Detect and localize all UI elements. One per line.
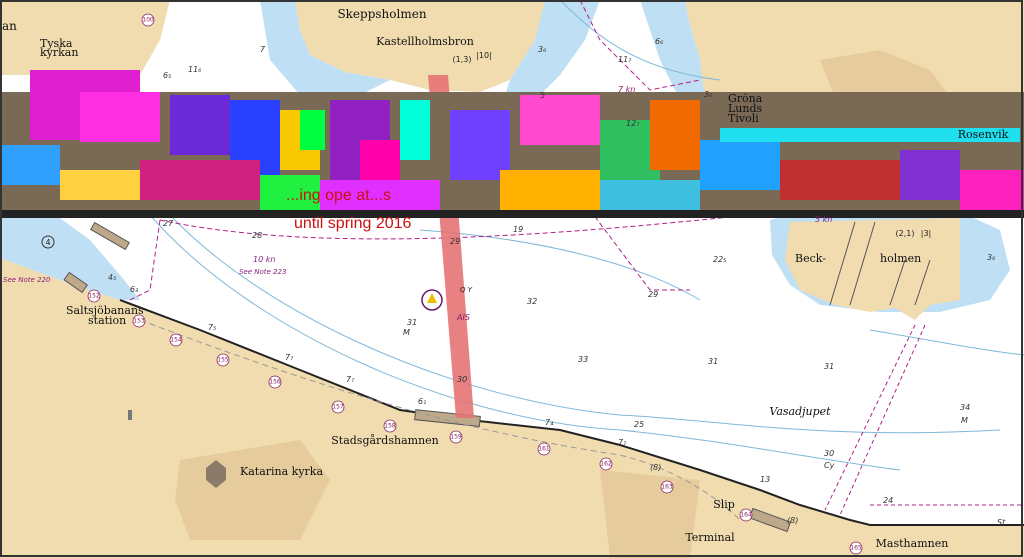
label-rosenvik: Rosenvik xyxy=(958,128,1009,141)
berth-number: 153 xyxy=(133,318,145,325)
corrupted-region xyxy=(0,70,1024,218)
depth-sounding: 7₄ xyxy=(545,418,554,427)
berth-number: 154 xyxy=(170,337,182,344)
depth-sounding: 27 xyxy=(163,219,174,228)
label-grona-3: Tivoli xyxy=(728,112,759,125)
depth-sounding: 24 xyxy=(883,496,893,505)
label-slip: Slip xyxy=(713,498,735,511)
depth-sounding: 6₆ xyxy=(655,37,664,46)
berth-number: 165 xyxy=(850,545,862,552)
berth-number: 152 xyxy=(88,293,100,300)
depth-sounding: 29 xyxy=(648,290,658,299)
depth-sounding: 3₆ xyxy=(538,45,547,54)
label-skeppsholmen: Skeppsholmen xyxy=(337,7,426,21)
label-beck-1: Beck- xyxy=(795,252,826,265)
depth-sounding: 4₅ xyxy=(108,273,116,282)
depth-sounding: (8) xyxy=(787,516,798,525)
notice-line-1: ...ing ope at...s xyxy=(286,187,391,204)
depth-sounding: 12₇ xyxy=(626,119,640,128)
label-bridge-height: |10| xyxy=(476,51,492,60)
berth-number: 156 xyxy=(269,379,281,386)
berth-number: 161 xyxy=(538,446,550,453)
depth-sounding: 3₆ xyxy=(704,90,713,99)
depth-sounding: M xyxy=(961,416,968,425)
label-speed-5: 5 kn xyxy=(815,215,832,224)
label-saltsjo-2: station xyxy=(88,314,126,327)
berth-number: 163 xyxy=(661,484,673,491)
depth-sounding: 7₇ xyxy=(346,375,355,384)
depth-sounding: 6₁ xyxy=(418,397,426,406)
depth-sounding: 30 xyxy=(457,375,467,384)
depth-sounding: 29 xyxy=(450,237,460,246)
depth-sounding: 3₆ xyxy=(987,253,996,262)
depth-sounding: 19 xyxy=(513,225,523,234)
label-see-note-220: See Note 220 xyxy=(3,276,51,284)
land-southeast-patch xyxy=(600,470,700,558)
depth-sounding: 7₇ xyxy=(618,438,627,447)
label-beck-clearance: (2,1) xyxy=(896,229,915,238)
land-west xyxy=(0,0,170,75)
depth-sounding: 7₅ xyxy=(208,323,216,332)
label-stadsgardshamnen: Stadsgårdshamnen xyxy=(331,434,439,447)
berth-number: 162 xyxy=(600,461,612,468)
depth-sounding: 5 xyxy=(540,91,545,100)
label-masthamnen: Masthamnen xyxy=(876,537,949,550)
berth-number: 157 xyxy=(332,404,344,411)
depth-sounding: 34 xyxy=(960,403,970,412)
label-speed-7: 7 kn xyxy=(618,85,635,94)
depth-sounding: 28 xyxy=(252,231,262,240)
label-vasadjupet: Vasadjupet xyxy=(769,405,831,418)
depth-sounding: 31 xyxy=(824,362,834,371)
berth-number: 155 xyxy=(217,357,229,364)
depth-sounding: 13 xyxy=(760,475,770,484)
depth-sounding: 32 xyxy=(527,297,537,306)
depth-sounding: M xyxy=(403,328,410,337)
label-tyska-2: kyrkan xyxy=(40,46,78,59)
label-ais: AIS xyxy=(456,313,470,322)
nautical-chart[interactable]: Skeppsholmen Kastellholmsbron (1,3) |10|… xyxy=(0,0,1024,558)
depth-sounding: Cy xyxy=(824,461,835,470)
berth-number: 164 xyxy=(740,512,752,519)
depth-sounding: 22₅ xyxy=(713,255,726,264)
label-see-note-223: See Note 223 xyxy=(239,268,286,276)
depth-sounding: 7₇ xyxy=(285,353,294,362)
depth-sounding: St xyxy=(997,518,1006,527)
berth-number: 159 xyxy=(450,434,462,441)
depth-sounding: 6₅ xyxy=(163,71,171,80)
depth-sounding: 31 xyxy=(407,318,417,327)
depth-sounding: (8) xyxy=(650,463,661,472)
depth-sounding: 30 xyxy=(824,449,834,458)
depth-sounding: 31 xyxy=(708,357,718,366)
depth-sounding: 6₃ xyxy=(130,285,138,294)
label-beck-height: |3| xyxy=(921,229,931,238)
berth-number: 158 xyxy=(384,423,396,430)
notice-line-2: until spring 2016 xyxy=(294,215,412,232)
label-gamla-partial: an xyxy=(2,19,17,33)
depth-sounding: 11₇ xyxy=(618,55,632,64)
label-circle-4: 4 xyxy=(45,238,50,247)
depth-sounding: 25 xyxy=(634,420,644,429)
depth-sounding: 33 xyxy=(578,355,588,364)
label-beck-2: holmen xyxy=(880,252,921,265)
label-kastellholmsbron: Kastellholmsbron xyxy=(376,35,474,48)
label-speed-10: 10 kn xyxy=(253,255,275,264)
berth-number: 100 xyxy=(142,17,154,24)
label-light-char: Q Y xyxy=(460,286,473,294)
label-katarina: Katarina kyrka xyxy=(240,465,323,478)
beacon-icon xyxy=(128,410,132,420)
label-bridge-clearance: (1,3) xyxy=(453,55,472,64)
label-terminal: Terminal xyxy=(685,531,735,544)
chart-canvas[interactable]: Skeppsholmen Kastellholmsbron (1,3) |10|… xyxy=(0,0,1024,558)
depth-sounding: 11₆ xyxy=(188,65,202,74)
